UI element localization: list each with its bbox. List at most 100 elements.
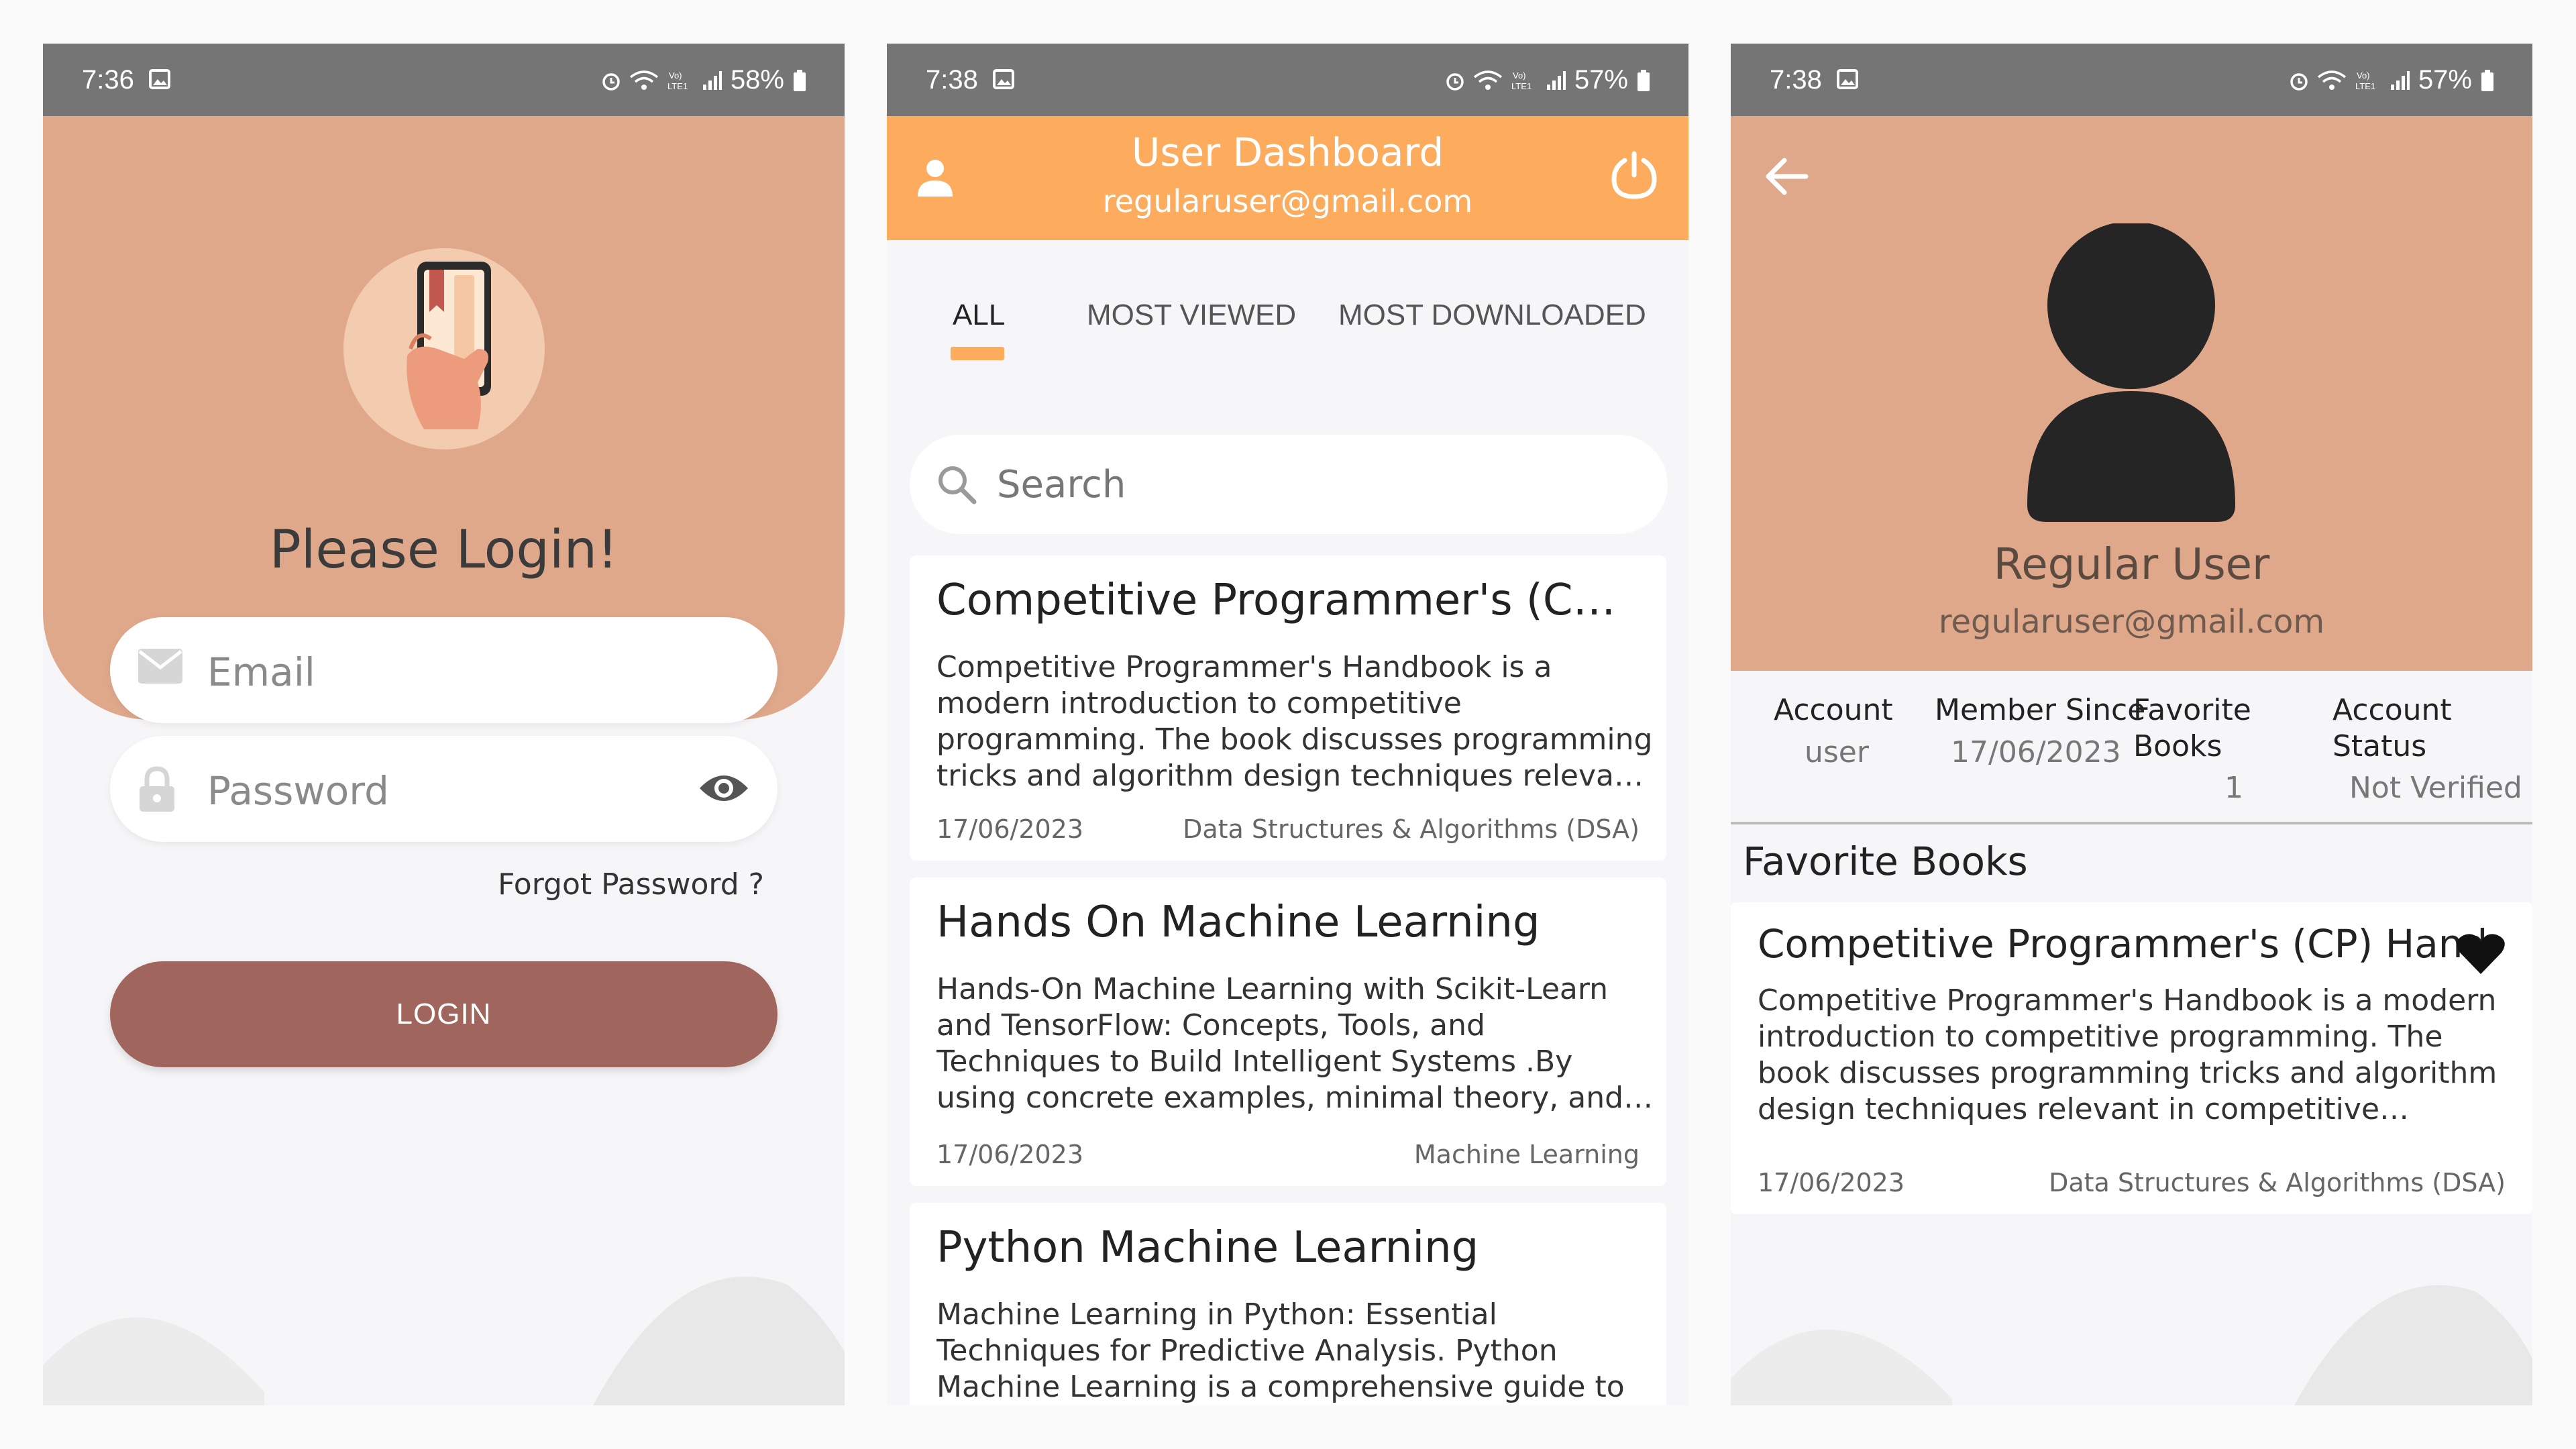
dashboard-screen: 7:38 Vo) LTE1 57% User Dashboard regularu…	[887, 44, 1688, 1405]
account-status-label: Account	[2332, 693, 2452, 727]
login-button[interactable]: LOGIN	[110, 961, 777, 1067]
background-waves	[1731, 1285, 2532, 1405]
avatar-icon	[2027, 223, 2235, 522]
status-bar: 7:38 Vo) LTE1 57%	[1731, 44, 2532, 116]
email-field[interactable]: Email	[110, 617, 777, 723]
wifi-icon	[629, 70, 659, 90]
account-status-label-2: Status	[2332, 729, 2427, 763]
svg-text:Vo): Vo)	[2357, 70, 2370, 80]
book-category: Data Structures & Algorithms (DSA)	[2049, 1168, 2506, 1197]
back-arrow-icon[interactable]	[1764, 156, 1809, 197]
account-label: Account	[1774, 693, 1893, 727]
favorite-books-heading: Favorite Books	[1743, 839, 2028, 884]
profile-email: regularuser@gmail.com	[1938, 603, 2325, 641]
login-screen: 7:36 Vo) LTE1 58% Please Login! Email Pas…	[43, 44, 845, 1405]
svg-text:LTE1: LTE1	[1511, 81, 1532, 91]
book-description: Competitive Programmer's Handbook is a m…	[1758, 983, 2498, 1126]
svg-text:Vo): Vo)	[669, 70, 682, 80]
background-waves	[43, 1277, 845, 1405]
status-bar: 7:36 Vo) LTE1 58%	[43, 44, 845, 116]
favorite-books-label-2: Books	[2133, 729, 2222, 763]
phone-hand-illustration	[407, 262, 491, 429]
svg-text:LTE1: LTE1	[667, 81, 688, 91]
volte-icon: Vo)LTE1	[1511, 70, 1532, 91]
battery-icon	[794, 69, 806, 91]
wifi-icon	[2317, 70, 2347, 90]
alarm-icon	[1446, 72, 1464, 91]
favorite-books-value: 1	[2224, 771, 2243, 805]
alarm-icon	[602, 72, 620, 91]
book-title: Competitive Programmer's (CP) H...	[936, 576, 1641, 625]
book-description: Hands-On Machine Learning with Scikit-Le…	[936, 972, 1624, 1115]
gallery-icon	[993, 69, 1014, 89]
book-date: 17/06/2023	[936, 1140, 1084, 1169]
account-value: user	[1805, 735, 1869, 769]
book-date: 17/06/2023	[936, 814, 1084, 844]
account-stats: Account user Member Since 17/06/2023 Fav…	[1731, 671, 2532, 824]
forgot-password-link[interactable]: Forgot Password ?	[498, 867, 764, 902]
status-time: 7:38	[926, 65, 978, 95]
dashboard-header: User Dashboard regularuser@gmail.com	[887, 116, 1688, 240]
book-title: Competitive Programmer's (CP) Handbook	[1758, 921, 2489, 967]
search-input[interactable]: Search	[910, 435, 1668, 534]
status-bar: 7:38 Vo) LTE1 57%	[887, 44, 1688, 116]
profile-name: Regular User	[1993, 540, 2270, 590]
tab-all[interactable]: ALL	[953, 299, 1005, 332]
battery-percent: 57%	[1574, 65, 1628, 95]
email-placeholder: Email	[207, 649, 315, 695]
power-icon[interactable]	[1610, 150, 1658, 201]
dashboard-email: regularuser@gmail.com	[1102, 183, 1473, 219]
status-icons: Vo) LTE1 58%	[602, 65, 807, 95]
tab-bar: ALL MOST VIEWED MOST DOWNLOADED	[887, 285, 1688, 366]
account-status-value: Not Verified	[2349, 771, 2522, 805]
book-category: Machine Learning	[1413, 1140, 1640, 1169]
volte-icon: Vo)LTE1	[2355, 70, 2375, 91]
wifi-icon	[1473, 70, 1503, 90]
battery-percent: 58%	[730, 65, 784, 95]
favorite-books-label: Favorite	[2133, 693, 2251, 727]
status-time: 7:38	[1770, 65, 1822, 95]
gallery-icon	[149, 69, 170, 89]
battery-percent: 57%	[2418, 65, 2472, 95]
battery-icon	[1638, 69, 1650, 91]
book-title: Python Machine Learning	[936, 1223, 1479, 1273]
active-tab-indicator	[951, 347, 1004, 360]
svg-text:LTE1: LTE1	[2355, 81, 2375, 91]
search-icon	[938, 466, 977, 504]
book-title: Hands On Machine Learning	[936, 898, 1540, 947]
mail-icon	[138, 649, 182, 684]
search-placeholder: Search	[997, 463, 1126, 506]
tab-most-downloaded[interactable]: MOST DOWNLOADED	[1338, 299, 1646, 332]
login-title: Please Login!	[269, 520, 619, 580]
profile-screen: 7:38 Vo) LTE1 57% Regular User regularuse…	[1731, 44, 2532, 1405]
book-category: Data Structures & Algorithms (DSA)	[1183, 814, 1640, 844]
gallery-icon	[1837, 69, 1858, 89]
book-description: Competitive Programmer's Handbook is a m…	[936, 650, 1653, 793]
book-card[interactable]: Hands On Machine Learning Hands-On Machi…	[910, 877, 1666, 1186]
member-since-label: Member Since	[1935, 693, 2146, 727]
tab-most-viewed[interactable]: MOST VIEWED	[1087, 299, 1296, 332]
svg-text:Vo): Vo)	[1513, 70, 1526, 80]
profile-header: Regular User regularuser@gmail.com	[1731, 116, 2532, 671]
status-icons: Vo) LTE1 57%	[1446, 65, 1651, 95]
eye-icon[interactable]	[697, 769, 751, 807]
member-since-value: 17/06/2023	[1951, 735, 2121, 769]
status-icons: Vo) LTE1 57%	[2290, 65, 2495, 95]
signal-icon	[2390, 70, 2410, 90]
signal-icon	[1546, 70, 1566, 90]
dashboard-title: User Dashboard	[1131, 129, 1444, 175]
app-logo	[343, 248, 545, 449]
password-field[interactable]: Password	[110, 736, 777, 842]
alarm-icon	[2290, 72, 2308, 91]
heart-icon[interactable]	[2456, 932, 2506, 975]
favorite-book-card[interactable]: Competitive Programmer's (CP) Handbook C…	[1731, 902, 2532, 1214]
book-card[interactable]: Competitive Programmer's (CP) H... Compe…	[910, 555, 1666, 861]
book-description: Machine Learning in Python: Essential Te…	[936, 1297, 1625, 1404]
signal-icon	[702, 70, 722, 90]
volte-icon: Vo)LTE1	[667, 70, 688, 91]
book-date: 17/06/2023	[1758, 1168, 1905, 1197]
lock-icon	[140, 766, 174, 812]
status-time: 7:36	[82, 65, 134, 95]
book-card[interactable]: Python Machine Learning Machine Learning…	[910, 1203, 1666, 1405]
battery-icon	[2481, 69, 2493, 91]
